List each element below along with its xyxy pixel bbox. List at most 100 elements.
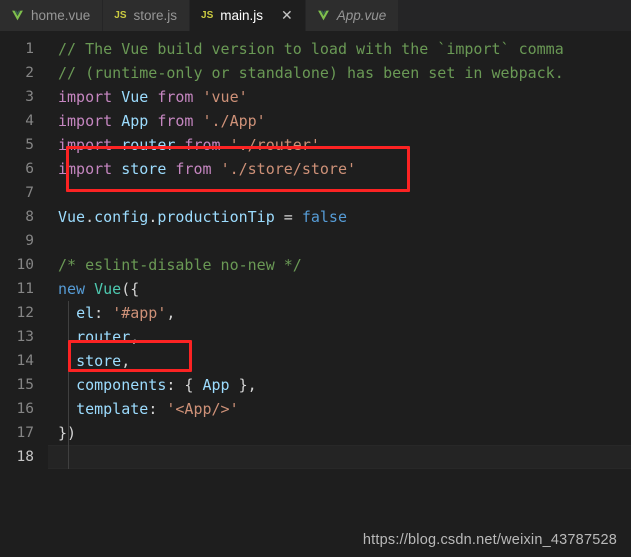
code-line[interactable]: 11new Vue({: [0, 277, 631, 301]
code-line[interactable]: 12 el: '#app',: [0, 301, 631, 325]
line-number: 2: [0, 61, 48, 85]
line-number: 18: [0, 445, 48, 469]
code-token: /* eslint-disable no-new */: [58, 256, 302, 274]
tab-label: main.js: [220, 8, 263, 23]
code-line[interactable]: 10 /* eslint-disable no-new */: [0, 253, 631, 277]
code-line[interactable]: 18: [0, 445, 631, 469]
line-content[interactable]: /* eslint-disable no-new */: [48, 253, 631, 277]
tab-home-vue[interactable]: home.vue: [0, 0, 103, 31]
code-token: ,: [121, 352, 130, 370]
line-number: 14: [0, 349, 48, 373]
line-content[interactable]: import App from './App': [48, 109, 631, 133]
indent-guide: [68, 301, 69, 469]
line-content[interactable]: import router from './router': [48, 133, 631, 157]
code-token: import: [58, 88, 121, 106]
code-token: store: [76, 352, 121, 370]
code-token: from: [148, 88, 202, 106]
code-token: // (runtime-only or standalone) has been…: [58, 64, 564, 82]
code-token: import: [58, 160, 121, 178]
code-line[interactable]: 9: [0, 229, 631, 253]
code-token: import: [58, 136, 121, 154]
code-token: Vue: [94, 280, 121, 298]
line-number: 1: [0, 37, 48, 61]
code-token: '#app': [112, 304, 166, 322]
tab-label: App.vue: [337, 8, 387, 23]
line-number: 6: [0, 157, 48, 181]
line-number: 4: [0, 109, 48, 133]
code-line[interactable]: 2 // (runtime-only or standalone) has bee…: [0, 61, 631, 85]
line-content[interactable]: // The Vue build version to load with th…: [48, 37, 631, 61]
tab-label: store.js: [134, 8, 178, 23]
line-number: 11: [0, 277, 48, 301]
line-content[interactable]: import Vue from 'vue': [48, 85, 631, 109]
line-content[interactable]: [48, 229, 631, 253]
code-token: router: [76, 328, 130, 346]
tab-store-js[interactable]: JS store.js: [103, 0, 190, 31]
code-token: 'vue': [203, 88, 248, 106]
line-content[interactable]: [48, 445, 631, 469]
code-line[interactable]: 17}): [0, 421, 631, 445]
code-token: router: [121, 136, 175, 154]
code-line[interactable]: 7: [0, 181, 631, 205]
code-line[interactable]: 16 template: '<App/>': [0, 397, 631, 421]
watermark-text: https://blog.csdn.net/weixin_43787528: [363, 532, 617, 548]
code-line[interactable]: 6import store from './store/store': [0, 157, 631, 181]
line-content[interactable]: el: '#app',: [48, 301, 631, 325]
line-content[interactable]: router,: [48, 325, 631, 349]
code-token: Vue: [121, 88, 148, 106]
code-line[interactable]: 1 // The Vue build version to load with t…: [0, 37, 631, 61]
line-number: 12: [0, 301, 48, 325]
code-token: '<App/>': [166, 400, 238, 418]
line-content[interactable]: }): [48, 421, 631, 445]
code-token: },: [230, 376, 257, 394]
code-line[interactable]: 15 components: { App },: [0, 373, 631, 397]
code-token: // The Vue build version to load with th…: [58, 40, 564, 58]
editor-tab-bar: home.vue JS store.js JS main.js ✕ App.vu…: [0, 0, 631, 31]
line-content[interactable]: [48, 181, 631, 205]
code-token: from: [166, 160, 220, 178]
code-lines[interactable]: 1 // The Vue build version to load with t…: [0, 31, 631, 469]
line-number: 15: [0, 373, 48, 397]
code-line[interactable]: 8Vue.config.productionTip = false: [0, 205, 631, 229]
code-line[interactable]: 5import router from './router': [0, 133, 631, 157]
line-number: 5: [0, 133, 48, 157]
line-content[interactable]: Vue.config.productionTip = false: [48, 205, 631, 229]
code-token: ,: [166, 304, 175, 322]
code-token: productionTip: [157, 208, 274, 226]
line-content[interactable]: components: { App },: [48, 373, 631, 397]
close-icon[interactable]: ✕: [281, 9, 293, 23]
code-token: .: [85, 208, 94, 226]
code-token: import: [58, 112, 121, 130]
line-number: 16: [0, 397, 48, 421]
line-number: 3: [0, 85, 48, 109]
code-token: components: [76, 376, 166, 394]
code-token: :: [148, 400, 166, 418]
code-token: : {: [166, 376, 202, 394]
line-number: 17: [0, 421, 48, 445]
line-number: 7: [0, 181, 48, 205]
code-token: config: [94, 208, 148, 226]
code-token: ,: [130, 328, 139, 346]
code-line[interactable]: 3import Vue from 'vue': [0, 85, 631, 109]
tab-main-js[interactable]: JS main.js ✕: [190, 0, 306, 31]
vue-file-icon: [317, 9, 330, 22]
code-token: :: [94, 304, 112, 322]
code-token: Vue: [58, 208, 85, 226]
code-token: =: [275, 208, 302, 226]
code-line[interactable]: 14 store,: [0, 349, 631, 373]
line-number: 9: [0, 229, 48, 253]
code-line[interactable]: 4import App from './App': [0, 109, 631, 133]
line-content[interactable]: store,: [48, 349, 631, 373]
line-content[interactable]: template: '<App/>': [48, 397, 631, 421]
line-content[interactable]: new Vue({: [48, 277, 631, 301]
code-token: .: [148, 208, 157, 226]
line-number: 10: [0, 253, 48, 277]
code-token: false: [302, 208, 347, 226]
vue-file-icon: [11, 9, 24, 22]
line-content[interactable]: import store from './store/store': [48, 157, 631, 181]
code-editor[interactable]: 1 // The Vue build version to load with t…: [0, 31, 631, 557]
line-content[interactable]: // (runtime-only or standalone) has been…: [48, 61, 631, 85]
code-line[interactable]: 13 router,: [0, 325, 631, 349]
code-token: el: [76, 304, 94, 322]
tab-app-vue[interactable]: App.vue: [306, 0, 400, 31]
